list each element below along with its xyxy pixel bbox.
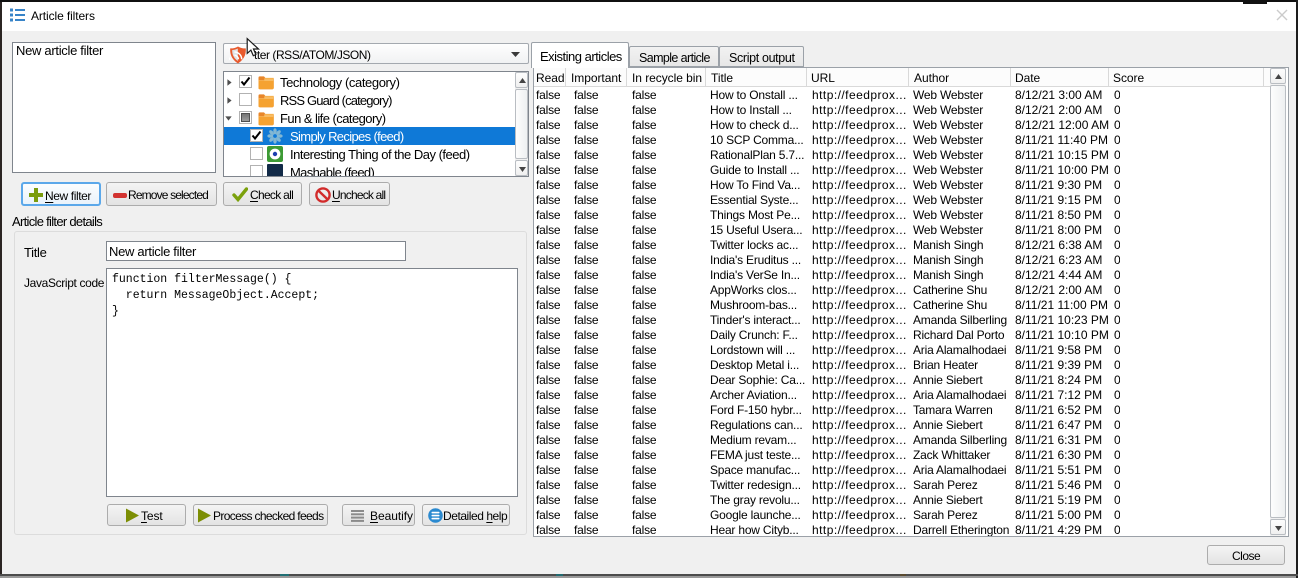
svg-text:M: M	[271, 175, 279, 177]
